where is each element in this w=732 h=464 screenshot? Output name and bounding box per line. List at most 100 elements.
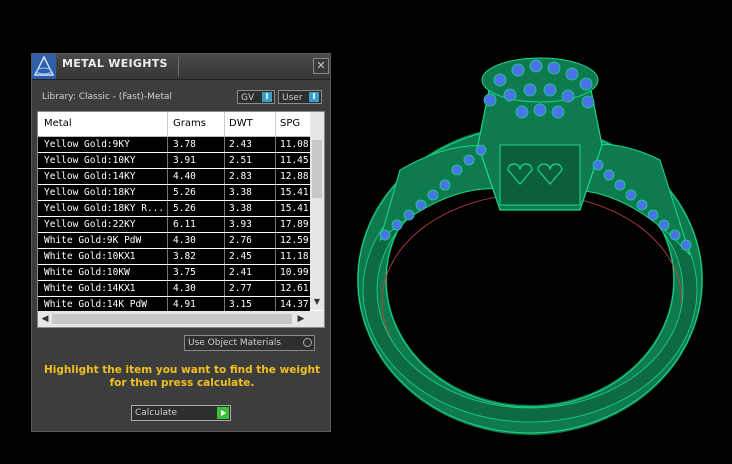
vertical-scrollbar[interactable]: ▼ bbox=[310, 112, 324, 310]
gv-toggle[interactable]: GV I bbox=[237, 90, 275, 104]
table-row[interactable]: Yellow Gold:9KY 3.78 2.43 11.08 bbox=[38, 137, 310, 152]
gemstone bbox=[680, 239, 692, 251]
table-row[interactable]: White Gold:14KX1 4.30 2.77 12.61 bbox=[38, 281, 310, 296]
dwt-cell: 2.45 bbox=[229, 251, 252, 262]
gemstone bbox=[403, 209, 415, 221]
dwt-cell: 3.15 bbox=[229, 299, 252, 310]
grams-cell: 5.26 bbox=[173, 203, 196, 214]
spg-cell: 15.41 bbox=[280, 187, 309, 198]
dwt-cell: 2.51 bbox=[229, 155, 252, 166]
column-header-dwt[interactable]: DWT bbox=[229, 118, 253, 129]
column-header-grams[interactable]: Grams bbox=[173, 118, 206, 129]
cell-divider bbox=[275, 297, 276, 312]
vertical-scroll-thumb[interactable] bbox=[312, 140, 322, 198]
cell-divider bbox=[275, 265, 276, 280]
gemstone bbox=[669, 229, 681, 241]
dwt-cell: 2.41 bbox=[229, 267, 252, 278]
play-icon bbox=[217, 407, 229, 419]
horizontal-scrollbar[interactable]: ◀ ▶ bbox=[38, 311, 324, 327]
gemstone bbox=[379, 229, 391, 241]
gemstone bbox=[529, 59, 543, 73]
gemstone bbox=[658, 219, 670, 231]
table-row[interactable]: Yellow Gold:18KY 5.26 3.38 15.41 bbox=[38, 185, 310, 200]
gemstone bbox=[511, 63, 525, 77]
close-button[interactable]: ✕ bbox=[313, 58, 329, 74]
column-header-spg[interactable]: SPG bbox=[280, 118, 300, 129]
gemstone bbox=[533, 103, 547, 117]
table-row[interactable]: White Gold:10KX1 3.82 2.45 11.18 bbox=[38, 249, 310, 264]
table-row[interactable]: White Gold:10KW 3.75 2.41 10.99 bbox=[38, 265, 310, 280]
gemstone bbox=[543, 83, 557, 97]
gemstone bbox=[451, 164, 463, 176]
grams-cell: 3.82 bbox=[173, 251, 196, 262]
spg-cell: 12.59 bbox=[280, 235, 309, 246]
gemstone bbox=[503, 88, 517, 102]
library-label: Library: Classic - (Fast)-Metal bbox=[42, 92, 173, 102]
table-row[interactable]: Yellow Gold:18KY R... 5.26 3.38 15.41 bbox=[38, 201, 310, 216]
column-divider bbox=[224, 112, 225, 136]
table-header: Metal Grams DWT SPG bbox=[38, 112, 310, 137]
spg-cell: 12.61 bbox=[280, 283, 309, 294]
spg-cell: 12.88 bbox=[280, 171, 309, 182]
dwt-cell: 2.77 bbox=[229, 283, 252, 294]
cell-divider bbox=[275, 169, 276, 184]
cell-divider bbox=[275, 233, 276, 248]
dwt-cell: 2.43 bbox=[229, 139, 252, 150]
title-bar[interactable]: METAL WEIGHTS ✕ bbox=[32, 54, 330, 80]
gemstone bbox=[515, 105, 529, 119]
table-row[interactable]: Yellow Gold:14KY 4.40 2.83 12.88 bbox=[38, 169, 310, 184]
gemstone bbox=[592, 159, 604, 171]
gemstone bbox=[439, 179, 451, 191]
radio-icon[interactable] bbox=[303, 338, 312, 347]
grams-cell: 5.26 bbox=[173, 187, 196, 198]
gemstone bbox=[475, 144, 487, 156]
metal-cell: Yellow Gold:10KY bbox=[44, 155, 136, 166]
cell-divider bbox=[275, 185, 276, 200]
metal-cell: Yellow Gold:18KY R... bbox=[44, 203, 165, 214]
grams-cell: 3.91 bbox=[173, 155, 196, 166]
spg-cell: 10.99 bbox=[280, 267, 309, 278]
table-row[interactable]: White Gold:9K PdW 4.30 2.76 12.59 bbox=[38, 233, 310, 248]
instruction-text: Highlight the item you want to find the … bbox=[44, 364, 320, 389]
table-row[interactable]: Yellow Gold:10KY 3.91 2.51 11.45 bbox=[38, 153, 310, 168]
title-divider bbox=[178, 57, 179, 77]
horizontal-scroll-thumb[interactable] bbox=[52, 314, 292, 324]
app-logo-icon bbox=[32, 54, 56, 79]
spg-cell: 11.08 bbox=[280, 139, 309, 150]
ring-model-viewport[interactable] bbox=[340, 40, 732, 464]
scroll-down-icon[interactable]: ▼ bbox=[310, 296, 324, 308]
gemstone bbox=[493, 73, 507, 87]
scroll-left-icon[interactable]: ◀ bbox=[38, 311, 52, 327]
spg-cell: 11.18 bbox=[280, 251, 309, 262]
grams-cell: 6.11 bbox=[173, 219, 196, 230]
gemstone bbox=[579, 77, 593, 91]
grams-cell: 3.75 bbox=[173, 267, 196, 278]
cell-divider bbox=[275, 153, 276, 168]
gemstone bbox=[625, 189, 637, 201]
user-toggle[interactable]: User I bbox=[278, 90, 322, 104]
metal-cell: Yellow Gold:22KY bbox=[44, 219, 136, 230]
gemstone bbox=[647, 209, 659, 221]
gemstone bbox=[463, 154, 475, 166]
scroll-right-icon[interactable]: ▶ bbox=[294, 311, 308, 327]
column-header-metal[interactable]: Metal bbox=[44, 118, 72, 129]
gemstone bbox=[547, 61, 561, 75]
metal-cell: Yellow Gold:14KY bbox=[44, 171, 136, 182]
dwt-cell: 3.93 bbox=[229, 219, 252, 230]
table-row[interactable]: White Gold:14K PdW 4.91 3.15 14.37 bbox=[38, 297, 310, 312]
cell-divider bbox=[275, 201, 276, 216]
cell-divider bbox=[275, 137, 276, 152]
gv-toggle-icon: I bbox=[262, 92, 272, 102]
table-row[interactable]: Yellow Gold:22KY 6.11 3.93 17.89 bbox=[38, 217, 310, 232]
gemstone bbox=[614, 179, 626, 191]
gemstone bbox=[603, 169, 615, 181]
metal-cell: White Gold:14KX1 bbox=[44, 283, 136, 294]
calculate-button[interactable]: Calculate bbox=[131, 405, 231, 421]
metal-cell: White Gold:10KX1 bbox=[44, 251, 136, 262]
calculate-label: Calculate bbox=[135, 408, 178, 418]
gemstone bbox=[561, 89, 575, 103]
gv-label: GV bbox=[241, 93, 255, 103]
metal-table: Metal Grams DWT SPG Yellow Gold:9KY 3.78 2… bbox=[37, 111, 325, 328]
use-object-materials-option[interactable]: Use Object Materials bbox=[184, 335, 315, 351]
column-divider bbox=[275, 112, 276, 136]
